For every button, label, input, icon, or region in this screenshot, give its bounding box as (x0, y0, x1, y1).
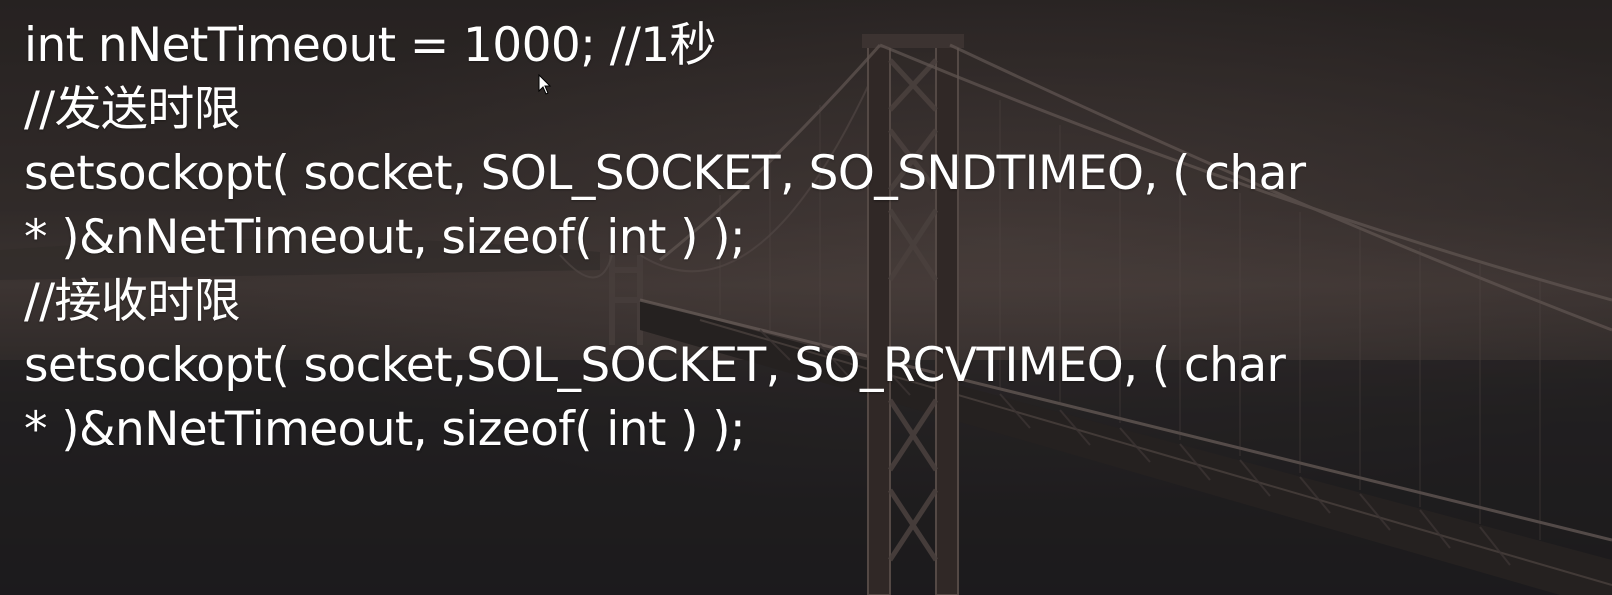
code-line-setsockopt-receive-continued: * )&nNetTimeout, sizeof( int ) ); (24, 402, 746, 457)
code-comment-receive-timeout: //接收时限 (24, 274, 241, 329)
code-line-setsockopt-send: setsockopt( socket, SOL_SOCKET, SO_SNDTI… (24, 146, 1306, 201)
mouse-pointer-icon (538, 74, 552, 95)
code-comment-send-timeout: //发送时限 (24, 82, 241, 137)
code-snippet: int nNetTimeout = 1000; //1秒 //发送时限 sets… (24, 18, 1544, 458)
code-line-setsockopt-receive: setsockopt( socket,SOL_SOCKET, SO_RCVTIM… (24, 338, 1286, 393)
slide-canvas: int nNetTimeout = 1000; //1秒 //发送时限 sets… (0, 0, 1612, 595)
code-line-timeout-declaration: int nNetTimeout = 1000; //1秒 (24, 18, 717, 73)
code-line-setsockopt-send-continued: * )&nNetTimeout, sizeof( int ) ); (24, 210, 746, 265)
